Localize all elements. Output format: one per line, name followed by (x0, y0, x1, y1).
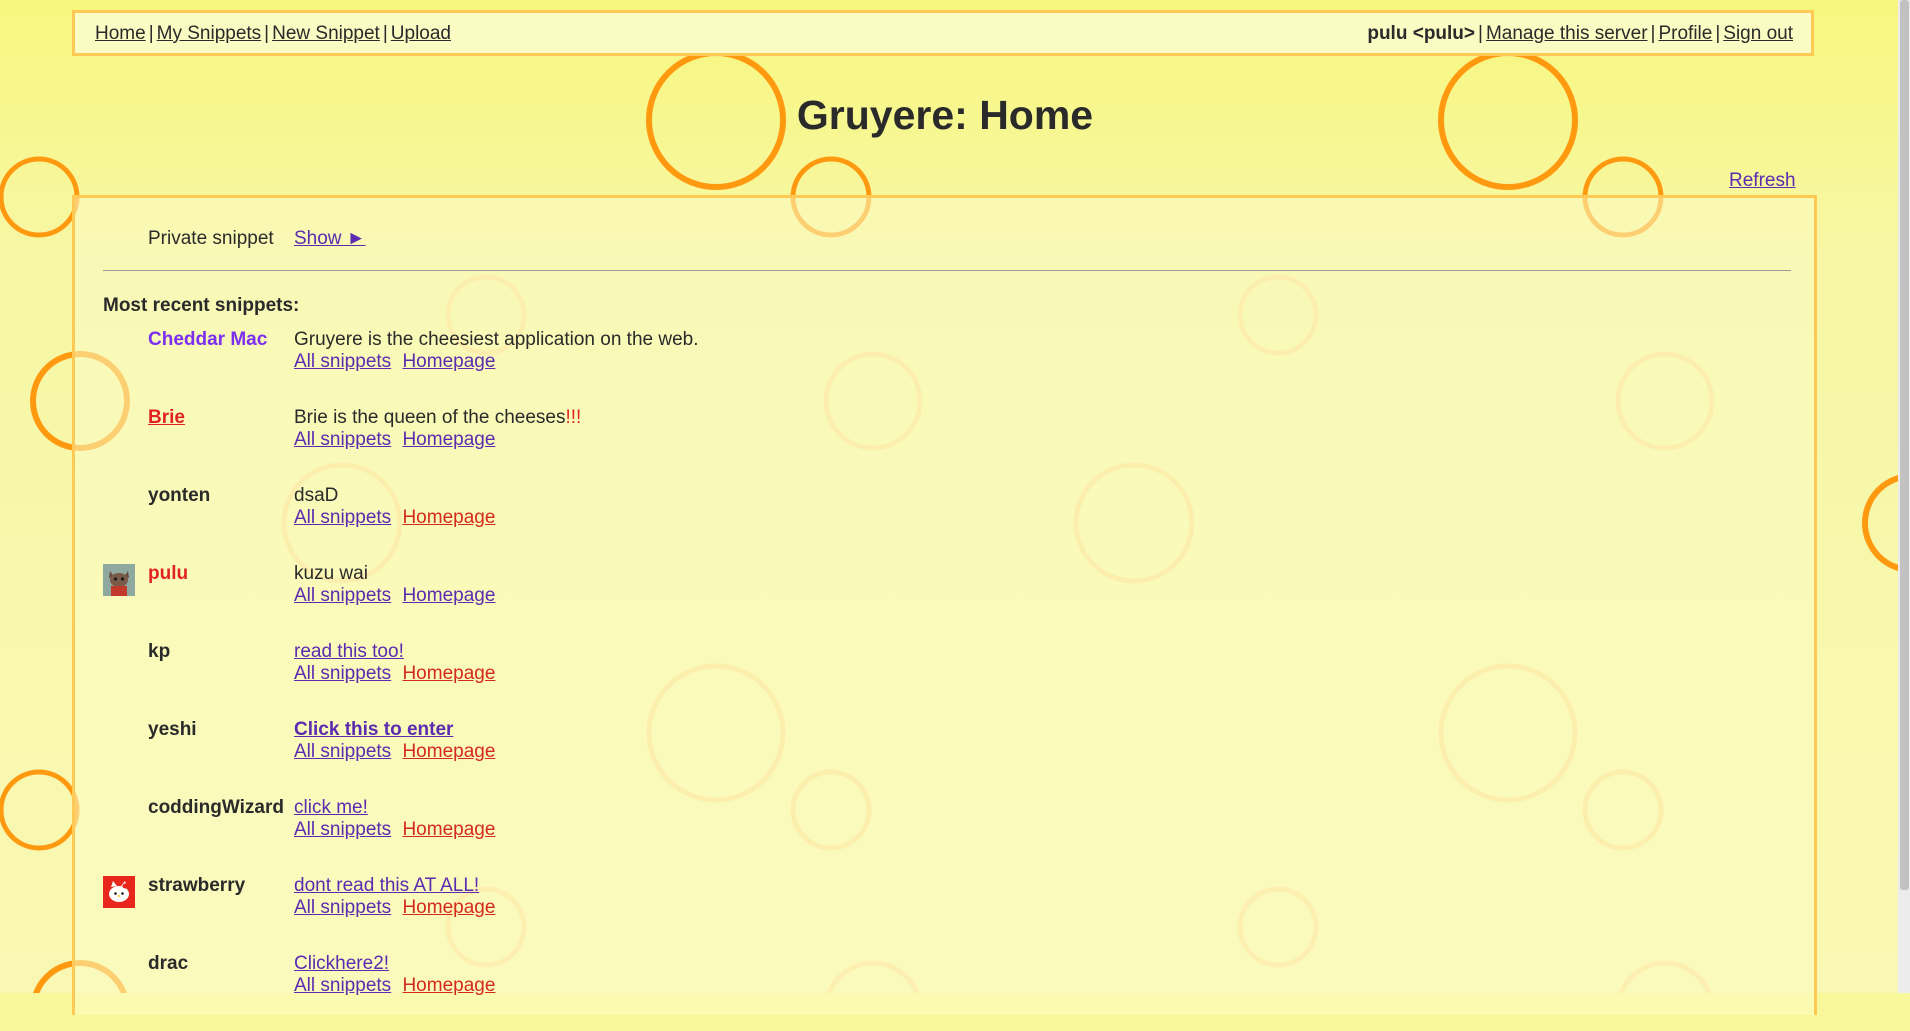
snippet-text-wrapper: Brie is the queen of the cheeses!!! (294, 407, 581, 429)
hello-kitty-avatar-icon (103, 876, 135, 908)
main-nav: Home | My Snippets | New Snippet | Upload (95, 23, 451, 45)
homepage-link[interactable]: Homepage (402, 585, 495, 606)
nav-separator: | (148, 23, 154, 44)
snippet-text: Gruyere is the cheesiest application on … (294, 329, 699, 350)
snippet-author: yonten (148, 485, 211, 506)
all-snippets-link[interactable]: All snippets (294, 819, 391, 840)
divider (103, 270, 1791, 271)
snippet-row: Cheddar Mac Gruyere is the cheesiest app… (75, 329, 1775, 407)
homepage-link[interactable]: Homepage (402, 663, 495, 684)
snippet-row: coddingWizard click me! All snippets Hom… (75, 797, 1775, 875)
snippet-links: All snippets Homepage (294, 585, 501, 607)
snippet-author: pulu (148, 563, 189, 584)
snippet-list: Cheddar Mac Gruyere is the cheesiest app… (75, 329, 1775, 1031)
homepage-link[interactable]: Homepage (402, 819, 495, 840)
page-title: Gruyere: Home (796, 92, 1094, 138)
nav-my-snippets-link[interactable]: My Snippets (157, 23, 262, 44)
snippet-text: Brie is the queen of the cheeses (294, 407, 566, 428)
snippet-links: All snippets Homepage (294, 663, 501, 685)
snippet-links: All snippets Homepage (294, 741, 501, 763)
all-snippets-link[interactable]: All snippets (294, 741, 391, 762)
all-snippets-link[interactable]: All snippets (294, 663, 391, 684)
snippet-text: dsaD (294, 485, 339, 506)
private-snippet-row: Private snippet Show ► (148, 228, 366, 250)
snippet-links: All snippets Homepage (294, 819, 501, 841)
snippet-author: Cheddar Mac (148, 329, 268, 350)
nav-separator: | (1478, 23, 1483, 44)
top-menu-bar: Home | My Snippets | New Snippet | Upload pulu… (72, 10, 1814, 56)
sign-out-link[interactable]: Sign out (1723, 23, 1793, 44)
nav-separator: | (264, 23, 270, 44)
homepage-link[interactable]: Homepage (402, 507, 495, 528)
all-snippets-link[interactable]: All snippets (294, 585, 391, 606)
snippet-row: drac Clickhere2! All snippets Homepage (75, 953, 1775, 1031)
snippet-text-link[interactable]: dont read this AT ALL! (294, 875, 479, 897)
snippet-links: All snippets Homepage (294, 429, 501, 451)
profile-link[interactable]: Profile (1658, 23, 1712, 44)
all-snippets-link[interactable]: All snippets (294, 429, 391, 450)
show-private-snippet-link[interactable]: Show ► (294, 228, 366, 250)
snippet-row: strawberry dont read this AT ALL! All sn… (75, 875, 1775, 953)
snippet-author: kp (148, 641, 171, 662)
snippet-text-link[interactable]: click me! (294, 797, 368, 819)
manage-server-link[interactable]: Manage this server (1486, 23, 1648, 44)
snippet-text: kuzu wai (294, 563, 368, 584)
snippet-author: strawberry (148, 875, 246, 896)
snippet-text-link[interactable]: read this too! (294, 641, 404, 663)
snippet-links: All snippets Homepage (294, 897, 501, 919)
all-snippets-link[interactable]: All snippets (294, 351, 391, 372)
all-snippets-link[interactable]: All snippets (294, 897, 391, 918)
snippet-author: yeshi (148, 719, 197, 740)
nav-new-snippet-link[interactable]: New Snippet (272, 23, 380, 44)
cat-avatar-icon (103, 564, 135, 596)
nav-separator: | (1715, 23, 1721, 44)
snippet-links: All snippets Homepage (294, 507, 501, 529)
homepage-link[interactable]: Homepage (402, 741, 495, 762)
nav-separator: | (1650, 23, 1656, 44)
nav-separator: | (382, 23, 388, 44)
snippet-text-link[interactable]: Clickhere2! (294, 953, 389, 975)
refresh-link[interactable]: Refresh (1729, 170, 1796, 192)
snippet-author: coddingWizard (148, 797, 284, 818)
private-snippet-label: Private snippet (148, 228, 274, 249)
nav-upload-link[interactable]: Upload (391, 23, 451, 44)
account-nav: pulu <pulu> | Manage this server | Profile | S… (1367, 23, 1793, 45)
snippet-author-wrapper: Brie (148, 407, 185, 429)
current-user-label: pulu <pulu> (1367, 23, 1476, 44)
snippet-links: All snippets Homepage (294, 351, 501, 373)
main-content: Private snippet Show ► Most recent snipp… (72, 195, 1817, 1015)
snippet-author: drac (148, 953, 189, 974)
snippet-row: yeshi Click this to enter All snippets H… (75, 719, 1775, 797)
snippet-text-suffix: !!! (565, 407, 582, 428)
homepage-link[interactable]: Homepage (402, 897, 495, 918)
recent-snippets-heading: Most recent snippets: (103, 295, 300, 316)
all-snippets-link[interactable]: All snippets (294, 507, 391, 528)
scrollbar-thumb[interactable] (1900, 0, 1909, 890)
snippet-row: yonten dsaD All snippets Homepage (75, 485, 1775, 563)
snippet-row: pulu kuzu wai All snippets Homepage (75, 563, 1775, 641)
snippet-author-link[interactable]: Brie (148, 407, 185, 428)
snippet-row: Brie Brie is the queen of the cheeses!!!… (75, 407, 1775, 485)
homepage-link[interactable]: Homepage (402, 429, 495, 450)
snippet-text-link[interactable]: Click this to enter (294, 719, 453, 741)
snippet-links: All snippets Homepage (294, 975, 501, 997)
homepage-link[interactable]: Homepage (402, 351, 495, 372)
snippet-row: kp read this too! All snippets Homepage (75, 641, 1775, 719)
nav-home-link[interactable]: Home (95, 23, 146, 44)
